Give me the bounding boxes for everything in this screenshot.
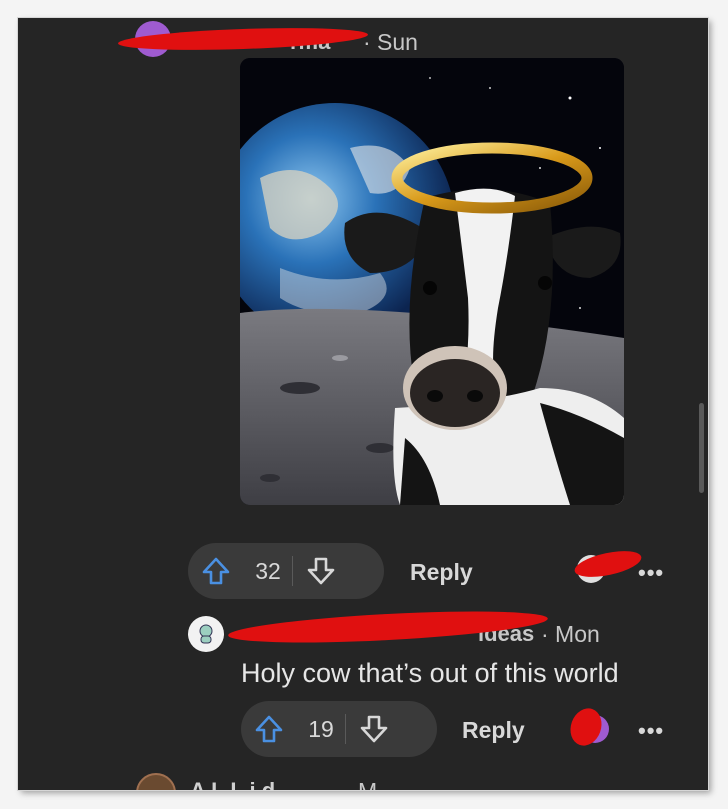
app-frame: rma · Sun (18, 18, 708, 790)
post-reply-button[interactable]: Reply (410, 559, 473, 586)
post-upvote-button[interactable] (188, 543, 244, 599)
comment-timestamp: · Mon (541, 621, 600, 647)
comment-upvote-button[interactable] (241, 701, 297, 757)
comment-reply-button[interactable]: Reply (462, 717, 525, 744)
arrow-up-icon (255, 715, 283, 743)
arrow-up-icon (202, 557, 230, 585)
arrow-down-icon (307, 557, 335, 585)
redaction-mark (572, 546, 644, 582)
redaction-mark (565, 704, 607, 750)
cow-halo-image (240, 58, 624, 505)
comment-more-button[interactable]: ••• (638, 718, 664, 744)
commenter-avatar[interactable] (188, 616, 224, 652)
comment-downvote-button[interactable] (346, 701, 402, 757)
post-downvote-button[interactable] (293, 543, 349, 599)
comment-upvote-count: 19 (308, 715, 334, 742)
post-timestamp: · Sun (363, 29, 418, 55)
post-upvote-count: 32 (255, 557, 281, 584)
next-comment-timestamp: M (358, 778, 377, 790)
comment-vote-pill: 19 (241, 701, 437, 757)
post-image[interactable] (240, 58, 624, 505)
arrow-down-icon (360, 715, 388, 743)
character-avatar-icon (199, 624, 213, 644)
post-vote-pill: 32 (188, 543, 384, 599)
post-more-button[interactable]: ••• (638, 560, 664, 586)
comment-body: Holy cow that’s out of this world (241, 658, 619, 688)
scrollbar[interactable] (699, 403, 704, 493)
next-commenter-avatar[interactable] (136, 773, 176, 790)
next-comment-author[interactable]: A L L i d (190, 778, 275, 790)
